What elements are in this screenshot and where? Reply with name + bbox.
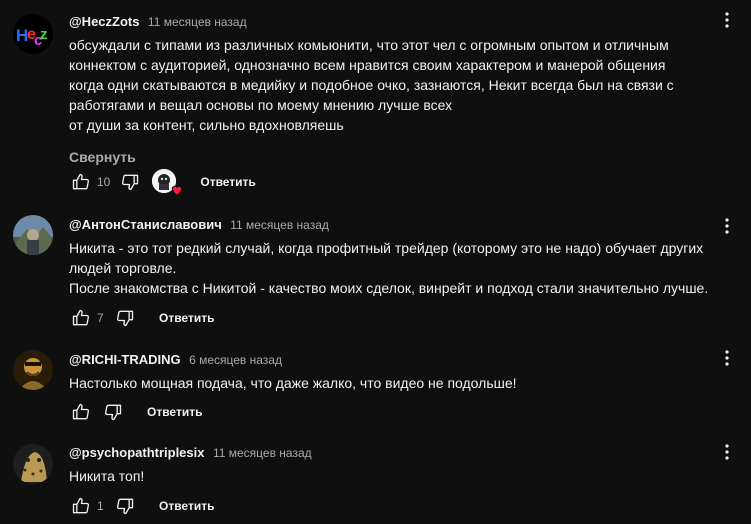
svg-text:z: z [40, 26, 48, 43]
thumbs-down-icon [104, 404, 122, 421]
collapse-button[interactable]: Свернуть [69, 147, 136, 167]
timestamp[interactable]: 6 месяцев назад [189, 353, 282, 367]
more-options-button[interactable] [717, 348, 737, 368]
more-options-button[interactable] [717, 10, 737, 30]
more-vert-icon [725, 444, 729, 460]
timestamp[interactable]: 11 месяцев назад [230, 218, 329, 232]
comment-actions: Ответить [69, 400, 202, 424]
more-options-button[interactable] [717, 442, 737, 462]
thumbs-up-icon [72, 173, 90, 190]
like-button[interactable] [69, 400, 93, 424]
comment-line: коннектом с аудиторией, однозначно всем … [69, 57, 666, 73]
thumbs-down-icon [122, 174, 139, 191]
dislike-button[interactable] [113, 306, 137, 330]
comment-line: когда одни скатываются в медийку и подоб… [69, 77, 674, 93]
comment-item: @АнтонСтаниславович 11 месяцев назад Ник… [0, 200, 751, 338]
dislike-button[interactable] [118, 170, 142, 194]
reply-button[interactable]: Ответить [147, 405, 202, 419]
more-vert-icon [725, 218, 729, 234]
like-button[interactable] [69, 306, 93, 330]
comment-actions: 1 Ответить [69, 494, 214, 518]
author-name[interactable]: @psychopathtriplesix [69, 445, 204, 460]
comment-text: Никита топ! [69, 466, 721, 486]
comment-header: @RICHI-TRADING 6 месяцев назад [69, 352, 721, 368]
creator-heart-badge [152, 169, 183, 196]
thumbs-up-icon [72, 403, 90, 420]
thumbs-up-icon [72, 497, 90, 514]
comment-actions: 10 Ответить [69, 169, 256, 196]
dislike-button[interactable] [101, 400, 125, 424]
comment-line: людей торговле. [69, 260, 177, 276]
more-options-button[interactable] [717, 216, 737, 236]
heart-icon [172, 185, 183, 196]
thumbs-up-icon [72, 309, 90, 326]
comment-line: от души за контент, сильно вдохновляешь [69, 117, 344, 133]
thumbs-down-icon [116, 498, 134, 515]
comment-line: Никита топ! [69, 468, 145, 484]
reply-button[interactable]: Ответить [159, 311, 214, 325]
dislike-button[interactable] [113, 494, 137, 518]
comment-body: @RICHI-TRADING 6 месяцев назад Настолько… [69, 352, 721, 393]
comment-item: @RICHI-TRADING 6 месяцев назад Настолько… [0, 338, 751, 434]
like-button[interactable] [69, 494, 93, 518]
comment-line: работягами и вещал основы по моему мнени… [69, 97, 453, 113]
avatar[interactable] [13, 215, 53, 255]
comment-item: H e c z @HeczZots 11 месяцев назад обсуж… [0, 0, 751, 200]
comment-body: @АнтонСтаниславович 11 месяцев назад Ник… [69, 217, 721, 298]
comment-header: @psychopathtriplesix 11 месяцев назад [69, 445, 721, 461]
like-count: 1 [97, 499, 104, 513]
comment-item: @psychopathtriplesix 11 месяцев назад Ни… [0, 434, 751, 524]
author-name[interactable]: @RICHI-TRADING [69, 352, 181, 367]
more-vert-icon [725, 350, 729, 366]
comment-body: @psychopathtriplesix 11 месяцев назад Ни… [69, 445, 721, 486]
comment-line: После знакомства с Никитой - качество мо… [69, 280, 709, 296]
comment-text: обсуждали с типами из различных комьюнит… [69, 35, 721, 135]
timestamp[interactable]: 11 месяцев назад [148, 15, 247, 29]
avatar[interactable] [13, 444, 53, 484]
comment-header: @HeczZots 11 месяцев назад [69, 14, 721, 30]
reply-button[interactable]: Ответить [200, 175, 255, 189]
comment-header: @АнтонСтаниславович 11 месяцев назад [69, 217, 721, 233]
comment-line: Настолько мощная подача, что даже жалко,… [69, 375, 517, 391]
author-name[interactable]: @АнтонСтаниславович [69, 217, 222, 232]
like-count: 10 [97, 175, 111, 189]
thumbs-down-icon [116, 310, 134, 327]
avatar[interactable] [13, 350, 53, 390]
comment-text: Настолько мощная подача, что даже жалко,… [69, 373, 721, 393]
reply-button[interactable]: Ответить [159, 499, 214, 513]
more-vert-icon [725, 12, 729, 28]
comment-text: Никита - это тот редкий случай, когда пр… [69, 238, 721, 298]
comment-line: Никита - это тот редкий случай, когда пр… [69, 240, 704, 256]
timestamp[interactable]: 11 месяцев назад [213, 446, 312, 460]
avatar[interactable]: H e c z [13, 14, 53, 54]
comment-actions: 7 Ответить [69, 306, 214, 330]
like-count: 7 [97, 311, 104, 325]
like-button[interactable] [69, 170, 93, 194]
author-name[interactable]: @HeczZots [69, 14, 139, 29]
comment-line: обсуждали с типами из различных комьюнит… [69, 37, 669, 53]
comment-body: @HeczZots 11 месяцев назад обсуждали с т… [69, 14, 721, 167]
